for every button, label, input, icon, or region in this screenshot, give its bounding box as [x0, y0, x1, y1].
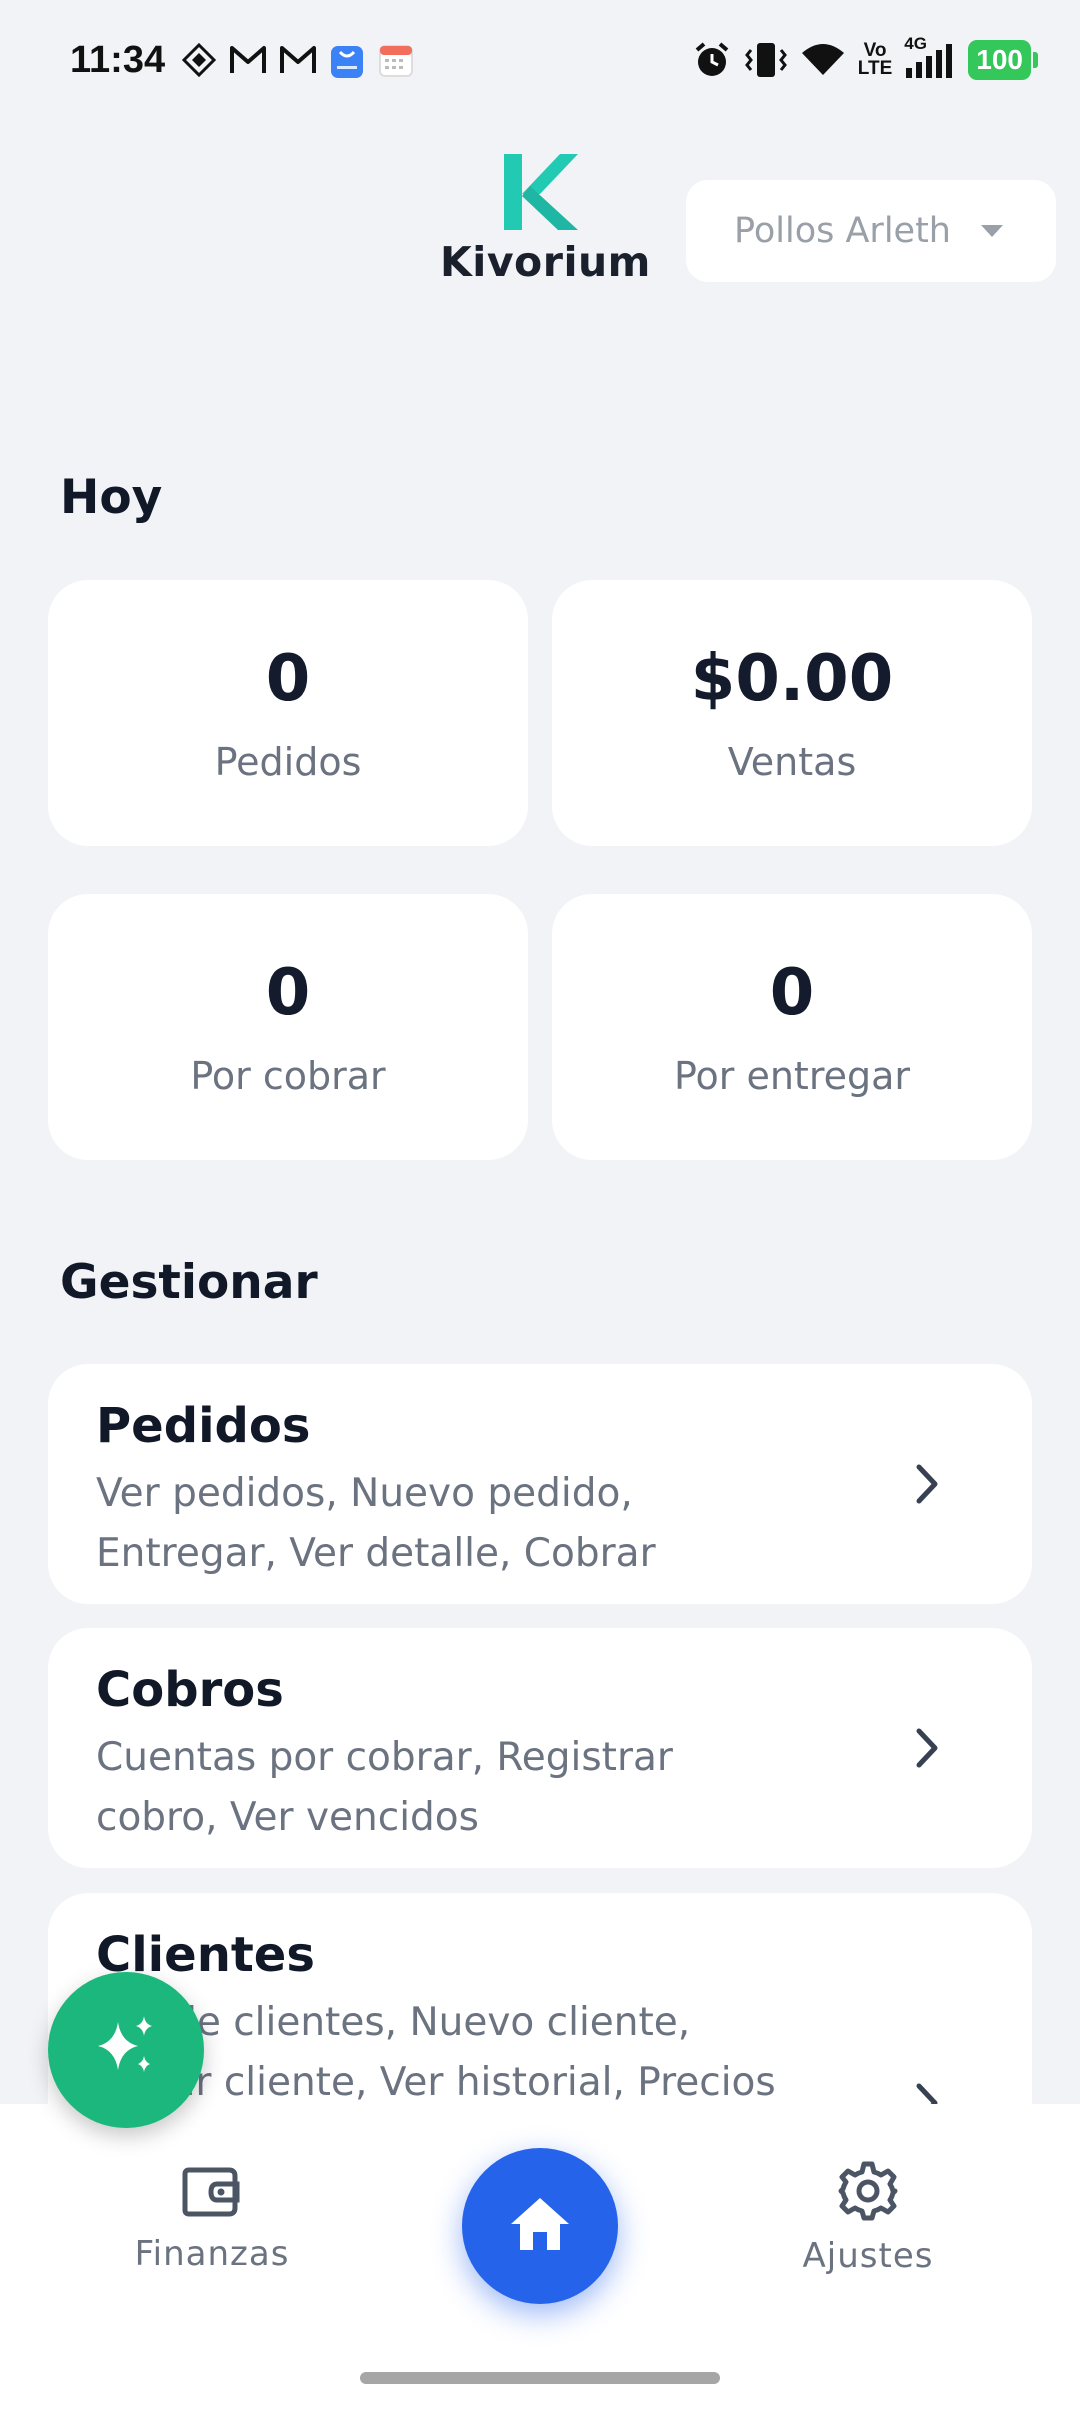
- gmail-icon: [229, 44, 267, 76]
- manage-card-cobros[interactable]: Cobros Cuentas por cobrar, Registrar cob…: [48, 1628, 1032, 1868]
- gmail-icon: [279, 44, 317, 76]
- chevron-right-icon: [914, 1462, 940, 1510]
- chevron-right-icon: [914, 1726, 940, 1774]
- caret-down-icon: [981, 225, 1003, 237]
- manage-card-description: Cuentas por cobrar, Registrar cobro, Ver…: [96, 1735, 673, 1840]
- app-name: Kivorium: [440, 238, 651, 286]
- home-button[interactable]: [462, 2148, 618, 2304]
- stat-label: Por entregar: [673, 1054, 911, 1098]
- stat-value: 0: [265, 956, 311, 1030]
- stat-card-pedidos[interactable]: 0 Pedidos: [48, 580, 528, 846]
- nav-ajustes-label: Ajustes: [802, 2236, 934, 2276]
- stat-value: 0: [265, 642, 311, 716]
- home-indicator: [360, 2372, 720, 2384]
- vibrate-icon: [744, 40, 788, 80]
- ai-assistant-fab[interactable]: [48, 1972, 204, 2128]
- network-type-label: 4G: [904, 34, 927, 53]
- stat-card-por-cobrar[interactable]: 0 Por cobrar: [48, 894, 528, 1160]
- home-icon: [507, 2194, 573, 2258]
- kivorium-logo-icon: [440, 150, 640, 234]
- stat-label: Ventas: [727, 740, 857, 784]
- volte-bottom-label: LTE: [857, 58, 893, 79]
- battery-tip: [1033, 52, 1038, 68]
- manage-card-title: Pedidos: [96, 1398, 311, 1454]
- app-brand: Kivorium: [440, 150, 651, 286]
- signal-icon: 4G: [904, 34, 956, 80]
- nav-finanzas[interactable]: Finanzas: [102, 2160, 322, 2274]
- manage-card-pedidos[interactable]: Pedidos Ver pedidos, Nuevo pedido, Entre…: [48, 1364, 1032, 1604]
- business-selector-label: Pollos Arleth: [734, 211, 951, 251]
- manage-card-title: Cobros: [96, 1662, 284, 1718]
- manage-section-title: Gestionar: [60, 1255, 318, 1310]
- nav-ajustes[interactable]: Ajustes: [758, 2160, 978, 2276]
- gear-icon: [758, 2160, 978, 2222]
- wifi-icon: [800, 41, 846, 79]
- stat-value: 0: [769, 956, 815, 1030]
- stat-label: Pedidos: [214, 740, 362, 784]
- business-selector[interactable]: Pollos Arleth: [686, 180, 1056, 282]
- diamond-icon: [181, 42, 217, 78]
- alarm-icon: [692, 40, 732, 80]
- sparkles-icon: [90, 2012, 162, 2088]
- today-section-title: Hoy: [60, 470, 163, 525]
- status-time: 11:34: [70, 38, 166, 81]
- battery-indicator: 100: [968, 40, 1031, 80]
- stat-card-ventas[interactable]: $0.00 Ventas: [552, 580, 1032, 846]
- manage-card-description: Ver pedidos, Nuevo pedido, Entregar, Ver…: [96, 1471, 656, 1576]
- nav-finanzas-label: Finanzas: [134, 2234, 290, 2274]
- stat-label: Por cobrar: [190, 1054, 386, 1098]
- stat-card-por-entregar[interactable]: 0 Por entregar: [552, 894, 1032, 1160]
- volte-icon: Vo LTE: [857, 41, 893, 79]
- manage-card-title: Clientes: [96, 1927, 315, 1983]
- stat-value: $0.00: [690, 642, 894, 716]
- status-bar: 11:34 Vo LTE 4G 100: [0, 0, 1080, 120]
- wallet-icon: [102, 2160, 322, 2220]
- calendar-icon: [377, 41, 415, 79]
- bag-icon: [329, 40, 365, 80]
